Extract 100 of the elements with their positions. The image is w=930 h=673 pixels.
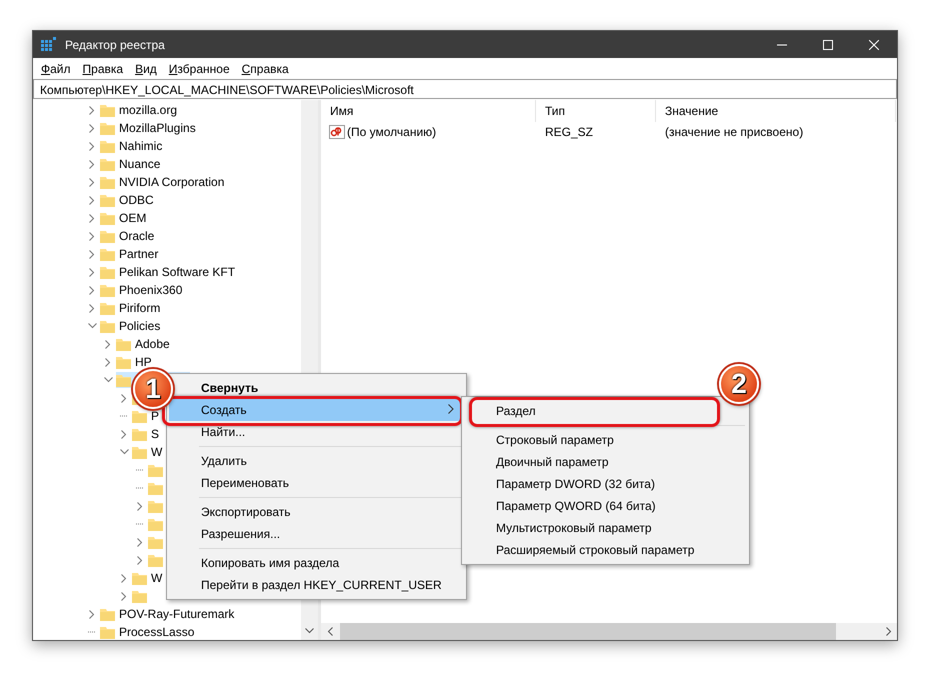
- menu-item[interactable]: Параметр QWORD (64 бита): [464, 495, 747, 517]
- collapsed-chevron-icon[interactable]: [105, 358, 111, 366]
- folder-icon: [100, 626, 115, 638]
- folder-icon: [148, 500, 163, 512]
- folder-icon: [100, 320, 115, 332]
- maximize-icon: [823, 40, 833, 50]
- tree-item[interactable]: HP: [134, 353, 153, 371]
- collapsed-chevron-icon[interactable]: [89, 250, 95, 258]
- collapsed-chevron-icon[interactable]: [89, 214, 95, 222]
- expanded-chevron-icon[interactable]: [120, 449, 128, 455]
- folder-icon: [100, 248, 115, 260]
- menu-item[interactable]: Перейти в раздел HKEY_CURRENT_USER: [169, 574, 464, 596]
- tree-item[interactable]: NVIDIA Corporation: [118, 173, 226, 191]
- tree-item[interactable]: mozilla.org: [118, 101, 178, 119]
- tree-item[interactable]: S: [150, 425, 160, 443]
- menu-item[interactable]: Экспортировать: [169, 501, 464, 523]
- expanded-chevron-icon[interactable]: [104, 377, 112, 383]
- menu-item[interactable]: Удалить: [169, 450, 464, 472]
- menu-item[interactable]: Параметр DWORD (32 бита): [464, 473, 747, 495]
- folder-icon: [116, 374, 131, 386]
- tree-item[interactable]: Nuance: [118, 155, 162, 173]
- scroll-right-icon: [886, 627, 892, 636]
- folder-icon: [100, 608, 115, 620]
- tree-item[interactable]: P: [150, 407, 160, 425]
- registry-icon: [41, 36, 57, 52]
- collapsed-chevron-icon[interactable]: [89, 286, 95, 294]
- column-header[interactable]: Имя: [321, 100, 536, 122]
- tree-item[interactable]: Policies: [118, 317, 162, 335]
- menu-item[interactable]: Строковый параметр: [464, 429, 747, 451]
- collapsed-chevron-icon[interactable]: [121, 394, 127, 402]
- menu-item[interactable]: Файл: [35, 60, 77, 78]
- collapsed-chevron-icon[interactable]: [89, 610, 95, 618]
- folder-icon: [132, 428, 147, 440]
- collapsed-chevron-icon[interactable]: [89, 304, 95, 312]
- folder-icon: [116, 356, 131, 368]
- column-header[interactable]: Тип: [536, 100, 656, 122]
- collapsed-chevron-icon[interactable]: [89, 232, 95, 240]
- address-bar[interactable]: Компьютер\HKEY_LOCAL_MACHINE\SOFTWARE\Policies\Microsoft: [33, 79, 897, 99]
- folder-icon: [100, 194, 115, 206]
- menu-item[interactable]: Копировать имя раздела: [169, 552, 464, 574]
- tree-item[interactable]: POV-Ray-Futuremark: [118, 605, 236, 623]
- folder-icon: [100, 212, 115, 224]
- collapsed-chevron-icon[interactable]: [89, 124, 95, 132]
- collapsed-chevron-icon[interactable]: [121, 430, 127, 438]
- folder-icon: [100, 140, 115, 152]
- menu-item[interactable]: Правка: [76, 60, 130, 78]
- folder-icon: [148, 536, 163, 548]
- collapsed-chevron-icon[interactable]: [137, 556, 143, 564]
- collapsed-chevron-icon[interactable]: [89, 106, 95, 114]
- tree-item[interactable]: Nahimic: [118, 137, 164, 155]
- folder-icon: [100, 266, 115, 278]
- scroll-left-icon: [327, 627, 333, 636]
- collapsed-chevron-icon[interactable]: [121, 592, 127, 600]
- folder-icon: [132, 446, 147, 458]
- folder-icon: [132, 572, 147, 584]
- collapsed-chevron-icon[interactable]: [137, 502, 143, 510]
- tree-item[interactable]: Phoenix360: [118, 281, 184, 299]
- tree-item[interactable]: ProcessLasso: [118, 623, 196, 640]
- folder-icon: [116, 338, 131, 350]
- collapsed-chevron-icon[interactable]: [89, 178, 95, 186]
- tree-item[interactable]: Piriform: [118, 299, 162, 317]
- folder-icon: [100, 158, 115, 170]
- collapsed-chevron-icon[interactable]: [89, 268, 95, 276]
- menu-item[interactable]: Мультистроковый параметр: [464, 517, 747, 539]
- collapsed-chevron-icon[interactable]: [137, 538, 143, 546]
- folder-icon: [100, 176, 115, 188]
- collapsed-chevron-icon[interactable]: [89, 142, 95, 150]
- menu-item[interactable]: Вид: [129, 60, 163, 78]
- collapsed-chevron-icon[interactable]: [121, 574, 127, 582]
- menu-item[interactable]: Расширяемый строковый параметр: [464, 539, 747, 561]
- collapsed-chevron-icon[interactable]: [105, 340, 111, 348]
- string-value-icon: [329, 124, 345, 140]
- collapsed-chevron-icon[interactable]: [89, 160, 95, 168]
- column-header[interactable]: Значение: [656, 100, 896, 122]
- menu-item[interactable]: Найти...: [169, 421, 464, 443]
- table-cell-text: (По умолчанию): [347, 124, 436, 140]
- tree-item[interactable]: MozillaPlugins: [118, 119, 197, 137]
- tree-item[interactable]: Adobe: [134, 335, 171, 353]
- folder-icon: [100, 284, 115, 296]
- folder-icon: [132, 590, 147, 602]
- folder-icon: [100, 302, 115, 314]
- menu-item[interactable]: Двоичный параметр: [464, 451, 747, 473]
- folder-icon: [100, 122, 115, 134]
- menu-item[interactable]: Разрешения...: [169, 523, 464, 545]
- menu-item[interactable]: Переименовать: [169, 472, 464, 494]
- collapsed-chevron-icon[interactable]: [89, 196, 95, 204]
- menu-item[interactable]: Справка: [236, 60, 295, 78]
- step-badge: 1: [133, 369, 173, 409]
- folder-icon: [148, 482, 163, 494]
- menu-item[interactable]: Избранное: [162, 60, 236, 78]
- tree-item[interactable]: W: [150, 569, 164, 587]
- tree-item[interactable]: Partner: [118, 245, 160, 263]
- tree-item[interactable]: ODBC: [118, 191, 155, 209]
- tree-item[interactable]: W: [150, 443, 164, 461]
- tree-item[interactable]: Oracle: [118, 227, 156, 245]
- tree-item[interactable]: Pelikan Software KFT: [118, 263, 236, 281]
- tree-item[interactable]: OEM: [118, 209, 148, 227]
- folder-icon: [148, 464, 163, 476]
- expanded-chevron-icon[interactable]: [88, 323, 96, 329]
- window-title: Редактор реестра: [65, 36, 165, 54]
